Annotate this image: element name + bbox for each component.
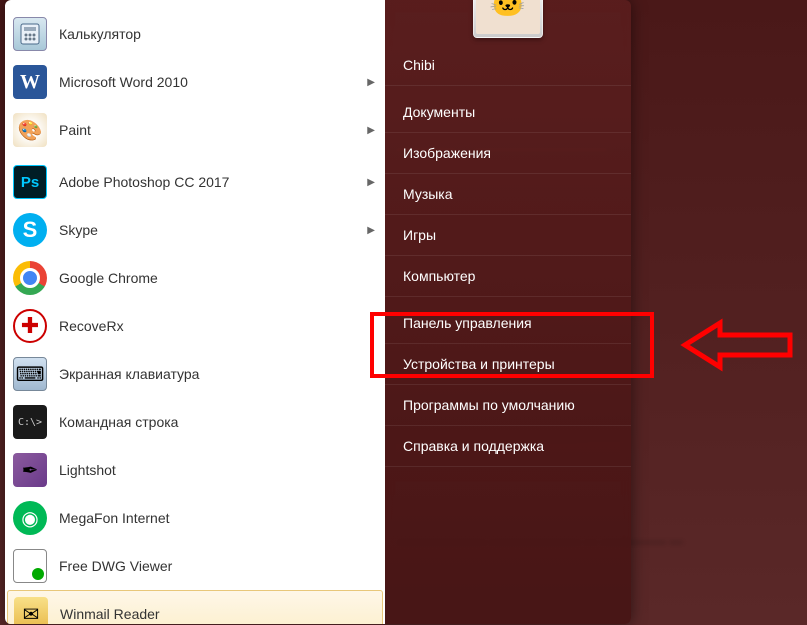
user-panel: 🐱 Chibi Документы Изображения Музыка Игр… (385, 0, 631, 624)
program-command-prompt[interactable]: C:\> Командная строка (5, 398, 385, 446)
program-label: Skype (59, 222, 367, 238)
envelope-glyph: ✉ (23, 602, 40, 625)
program-word[interactable]: W Microsoft Word 2010 ▶ (5, 58, 385, 106)
program-calculator[interactable]: Калькулятор (5, 10, 385, 58)
default-programs-link[interactable]: Программы по умолчанию (385, 385, 631, 426)
program-label: Командная строка (59, 414, 375, 430)
skype-icon: S (13, 213, 47, 247)
program-label: Microsoft Word 2010 (59, 74, 367, 90)
program-label: Paint (59, 122, 367, 138)
documents-link[interactable]: Документы (385, 92, 631, 133)
megafon-icon: ◉ (13, 501, 47, 535)
program-photoshop[interactable]: Ps Adobe Photoshop CC 2017 ▶ (5, 158, 385, 206)
program-recoverx[interactable]: ✚ RecoveRx (5, 302, 385, 350)
program-label: Google Chrome (59, 270, 375, 286)
calculator-icon (13, 17, 47, 51)
program-chrome[interactable]: Google Chrome (5, 254, 385, 302)
chevron-right-icon: ▶ (367, 177, 375, 188)
chevron-right-icon: ▶ (367, 225, 375, 236)
program-megafon[interactable]: ◉ MegaFon Internet (5, 494, 385, 542)
annotation-arrow (680, 315, 800, 378)
start-menu: Калькулятор W Microsoft Word 2010 ▶ 🎨 Pa… (5, 0, 631, 624)
program-label: Adobe Photoshop CC 2017 (59, 174, 367, 190)
pictures-link[interactable]: Изображения (385, 133, 631, 174)
program-lightshot[interactable]: ✒ Lightshot (5, 446, 385, 494)
help-support-link[interactable]: Справка и поддержка (385, 426, 631, 467)
dwg-icon (13, 549, 47, 583)
chevron-right-icon: ▶ (367, 125, 375, 136)
games-link[interactable]: Игры (385, 215, 631, 256)
devices-printers-link[interactable]: Устройства и принтеры (385, 344, 631, 385)
music-link[interactable]: Музыка (385, 174, 631, 215)
program-paint[interactable]: 🎨 Paint ▶ (5, 106, 385, 154)
user-picture-frame[interactable]: 🐱 (473, 0, 543, 38)
program-label: Lightshot (59, 462, 375, 478)
recoverx-icon: ✚ (13, 309, 47, 343)
program-skype[interactable]: S Skype ▶ (5, 206, 385, 254)
program-dwg-viewer[interactable]: Free DWG Viewer (5, 542, 385, 590)
user-avatar: 🐱 (476, 0, 540, 34)
cmd-icon: C:\> (13, 405, 47, 439)
program-label: Экранная клавиатура (59, 366, 375, 382)
computer-link[interactable]: Компьютер (385, 256, 631, 297)
photoshop-icon: Ps (13, 165, 47, 199)
chevron-right-icon: ▶ (367, 77, 375, 88)
winmail-icon: ✉ Win (14, 597, 48, 624)
control-panel-link[interactable]: Панель управления (385, 303, 631, 344)
program-label: Free DWG Viewer (59, 558, 375, 574)
chrome-icon (13, 261, 47, 295)
program-label: MegaFon Internet (59, 510, 375, 526)
program-label: RecoveRx (59, 318, 375, 334)
program-label: Winmail Reader (60, 606, 374, 622)
program-onscreen-keyboard[interactable]: ⌨ Экранная клавиатура (5, 350, 385, 398)
programs-panel: Калькулятор W Microsoft Word 2010 ▶ 🎨 Pa… (5, 0, 385, 624)
lightshot-icon: ✒ (13, 453, 47, 487)
keyboard-icon: ⌨ (13, 357, 47, 391)
word-icon: W (13, 65, 47, 99)
program-label: Калькулятор (59, 26, 375, 42)
program-winmail[interactable]: ✉ Win Winmail Reader (7, 590, 383, 624)
user-name-item[interactable]: Chibi (385, 45, 631, 86)
paint-icon: 🎨 (13, 113, 47, 147)
